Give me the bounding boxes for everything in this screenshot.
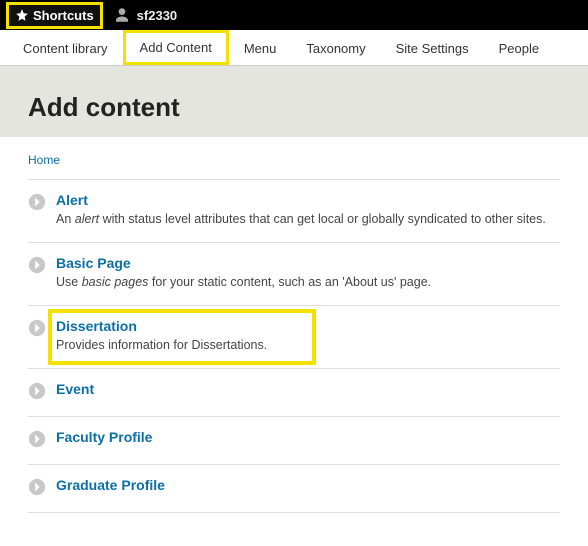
admin-topbar: Shortcuts sf2330 (0, 0, 588, 30)
chevron-right-icon (28, 430, 46, 448)
content-type-graduate-profile[interactable]: Graduate Profile (28, 464, 560, 513)
content-type-desc: Use basic pages for your static content,… (56, 275, 560, 289)
user-menu[interactable]: sf2330 (113, 6, 177, 24)
content-type-title[interactable]: Event (56, 381, 560, 397)
primary-tabs: Content library Add Content Menu Taxonom… (0, 30, 588, 66)
content-type-desc: Provides information for Dissertations. (56, 338, 560, 352)
content-type-title[interactable]: Faculty Profile (56, 429, 560, 445)
tab-add-content[interactable]: Add Content (123, 30, 229, 65)
tab-content-library[interactable]: Content library (8, 30, 123, 65)
tab-site-settings[interactable]: Site Settings (381, 30, 484, 65)
username: sf2330 (137, 8, 177, 23)
chevron-right-icon (28, 478, 46, 496)
content-type-alert[interactable]: Alert An alert with status level attribu… (28, 179, 560, 242)
content-type-event[interactable]: Event (28, 368, 560, 416)
tab-people[interactable]: People (484, 30, 554, 65)
content-type-title[interactable]: Alert (56, 192, 560, 208)
page-header-band: Add content (0, 66, 588, 137)
content-type-basic-page[interactable]: Basic Page Use basic pages for your stat… (28, 242, 560, 305)
shortcuts-button[interactable]: Shortcuts (6, 2, 103, 29)
tab-taxonomy[interactable]: Taxonomy (291, 30, 380, 65)
shortcuts-label: Shortcuts (33, 8, 94, 23)
tab-menu[interactable]: Menu (229, 30, 292, 65)
breadcrumb-home[interactable]: Home (28, 153, 560, 167)
content-type-title[interactable]: Graduate Profile (56, 477, 560, 493)
content-type-title[interactable]: Dissertation (56, 318, 560, 334)
user-icon (113, 6, 131, 24)
chevron-right-icon (28, 193, 46, 211)
main-content: Home Alert An alert with status level at… (0, 137, 588, 529)
content-type-title[interactable]: Basic Page (56, 255, 560, 271)
content-type-desc: An alert with status level attributes th… (56, 212, 560, 226)
chevron-right-icon (28, 319, 46, 337)
page-title: Add content (28, 92, 560, 123)
chevron-right-icon (28, 256, 46, 274)
content-type-faculty-profile[interactable]: Faculty Profile (28, 416, 560, 464)
chevron-right-icon (28, 382, 46, 400)
star-icon (15, 8, 29, 22)
content-type-dissertation[interactable]: Dissertation Provides information for Di… (28, 305, 560, 368)
